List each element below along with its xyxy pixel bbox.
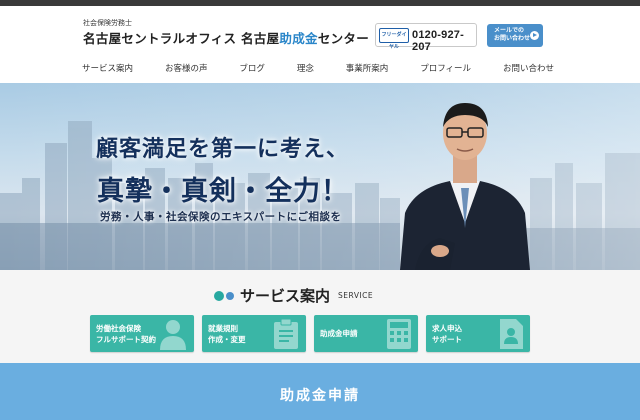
- hero-heading-line2: 真摯・真剣・全力！: [97, 176, 349, 207]
- logo-text-highlight: 助成金: [279, 31, 318, 46]
- nav-item-philosophy[interactable]: 理念: [293, 58, 318, 80]
- service-label-line2: 作成・変更: [208, 335, 246, 344]
- logo-subtitle: 社会保険労務士: [83, 19, 132, 27]
- service-label-line2: サポート: [432, 335, 462, 344]
- service-label-line1: 労働社会保険: [96, 324, 141, 333]
- site-logo[interactable]: 名古屋セントラルオフィス 名古屋助成金センター: [83, 28, 369, 47]
- hero-heading-line1: 顧客満足を第一に考え、: [96, 136, 350, 162]
- services-title: サービス案内: [240, 287, 331, 305]
- service-label-line1: 求人申込: [432, 324, 462, 333]
- arrow-right-icon: [530, 31, 539, 40]
- mail-contact-button[interactable]: メールでの お問い合わせ: [487, 24, 543, 47]
- service-button-subsidy[interactable]: 助成金申請: [314, 315, 418, 352]
- phone-number: 0120-927-207: [412, 29, 464, 53]
- nav-item-blog[interactable]: ブログ: [235, 58, 269, 80]
- hero-tagline: 労務・人事・社会保険のエキスパートにご相談を: [100, 211, 342, 223]
- mail-line2: お問い合わせ: [494, 35, 531, 42]
- freecall-phone[interactable]: フリーダイヤル 0120-927-207: [375, 23, 477, 53]
- consultant-photo: [400, 103, 530, 270]
- freecall-badge-icon: フリーダイヤル: [379, 28, 409, 50]
- logo-text-a: 名古屋セントラルオフィス 名古屋: [83, 31, 280, 46]
- mail-contact-label: メールでの お問い合わせ: [494, 27, 530, 43]
- calculator-icon: [387, 319, 411, 349]
- person-icon: [160, 320, 186, 350]
- service-button-work-rules[interactable]: 就業規則 作成・変更: [202, 315, 306, 352]
- service-button-label: 求人申込 サポート: [432, 323, 462, 345]
- document-icon: [500, 319, 523, 349]
- service-button-recruitment[interactable]: 求人申込 サポート: [426, 315, 530, 352]
- main-nav: サービス案内 お客様の声 ブログ 理念 事業所案内 プロフィール お問い合わせ: [78, 58, 558, 80]
- hero-banner: 顧客満足を第一に考え、 真摯・真剣・全力！ 労務・人事・社会保険のエキスパートに…: [0, 83, 640, 270]
- nav-item-services[interactable]: サービス案内: [78, 58, 137, 80]
- services-subtitle: SERVICE: [338, 291, 374, 300]
- service-button-label: 就業規則 作成・変更: [208, 323, 246, 345]
- subsidy-section-title: 助成金申請: [280, 388, 360, 404]
- nav-item-voices[interactable]: お客様の声: [161, 58, 212, 80]
- nav-item-office[interactable]: 事業所案内: [342, 58, 393, 80]
- site-header: 社会保険労務士 名古屋セントラルオフィス 名古屋助成金センター フリーダイヤル …: [0, 6, 640, 83]
- service-button-full-support[interactable]: 労働社会保険 フルサポート契約: [90, 315, 194, 352]
- dot-teal-icon: [214, 290, 224, 301]
- service-label-line1: 就業規則: [208, 324, 238, 333]
- service-label-line1: 助成金申請: [320, 329, 358, 338]
- subsidy-section-band: 助成金申請: [0, 363, 640, 420]
- logo-text-b: センター: [317, 31, 370, 46]
- nav-item-profile[interactable]: プロフィール: [416, 58, 475, 80]
- service-label-line2: フルサポート契約: [96, 335, 156, 344]
- nav-item-contact[interactable]: お問い合わせ: [499, 58, 558, 80]
- service-button-label: 労働社会保険 フルサポート契約: [96, 323, 156, 345]
- clipboard-icon: [274, 318, 298, 349]
- services-section: サービス案内 SERVICE 労働社会保険 フルサポート契約 就業規則 作成・変…: [0, 270, 640, 363]
- mail-line1: メールでの: [494, 27, 525, 34]
- service-button-label: 助成金申請: [320, 328, 358, 339]
- dot-blue-icon: [226, 291, 234, 300]
- services-heading: サービス案内 SERVICE: [214, 285, 373, 306]
